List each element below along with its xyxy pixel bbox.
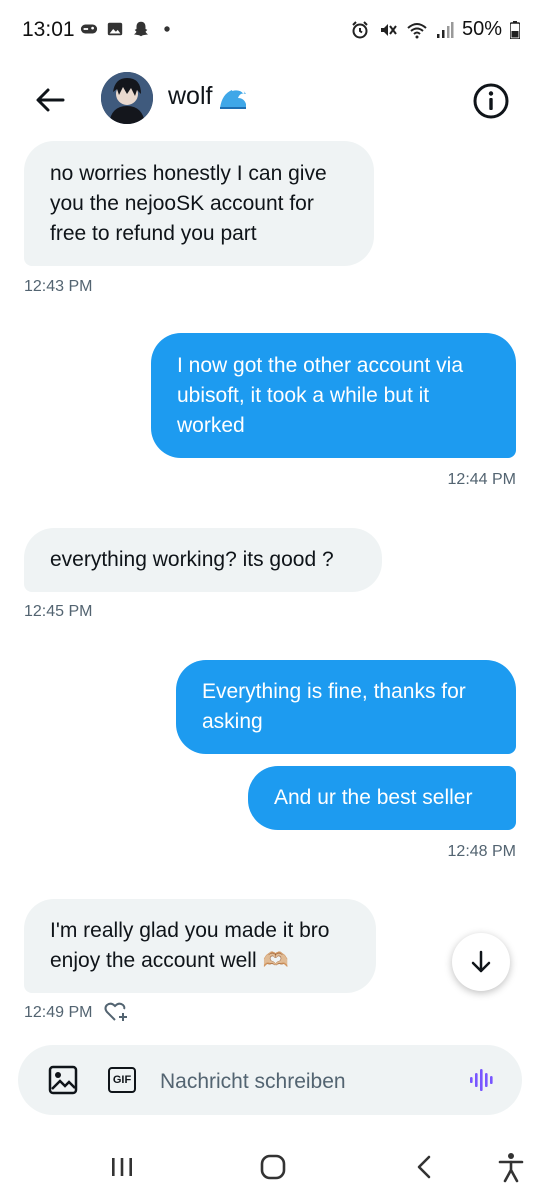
- scroll-to-bottom-button[interactable]: [452, 933, 510, 991]
- battery-percentage: 50%: [461, 18, 502, 40]
- message-timestamp: 12:44 PM: [447, 471, 516, 488]
- back-arrow-icon[interactable]: [30, 80, 70, 120]
- message-bubble-outgoing[interactable]: And ur the best seller: [248, 766, 516, 830]
- home-icon[interactable]: [256, 1150, 290, 1184]
- gallery-icon: [107, 22, 123, 36]
- info-icon[interactable]: [470, 80, 512, 122]
- message-input[interactable]: [158, 1067, 442, 1097]
- message-timestamp: 12:45 PM: [24, 603, 93, 620]
- message-text: And ur the best seller: [274, 786, 473, 809]
- recent-apps-icon[interactable]: [105, 1150, 139, 1184]
- voice-message-icon[interactable]: [468, 1065, 498, 1095]
- message-composer: GIF: [18, 1045, 522, 1115]
- contact-name: wolf: [168, 82, 213, 110]
- image-icon[interactable]: [48, 1065, 78, 1095]
- wave-emoji-icon: [220, 87, 247, 109]
- battery-icon: [510, 20, 520, 39]
- message-text: I'm really glad you made it bro enjoy th…: [50, 919, 330, 972]
- status-right: 50%: [350, 18, 520, 41]
- add-reaction-icon[interactable]: [104, 1000, 130, 1024]
- message-bubble-incoming[interactable]: everything working? its good ?: [24, 528, 382, 592]
- accessibility-icon[interactable]: [494, 1150, 528, 1184]
- message-bubble-incoming[interactable]: I'm really glad you made it bro enjoy th…: [24, 899, 376, 993]
- avatar-image: [101, 72, 153, 124]
- gif-button[interactable]: GIF: [108, 1067, 136, 1093]
- mute-icon: [380, 23, 397, 36]
- alarm-icon: [352, 20, 368, 38]
- message-text: everything working? its good ?: [50, 548, 334, 571]
- signal-icon: [436, 21, 454, 38]
- message-text: Everything is fine, thanks for asking: [202, 680, 466, 733]
- back-nav-icon[interactable]: [408, 1150, 442, 1184]
- message-timestamp: 12:43 PM: [24, 278, 93, 295]
- avatar[interactable]: [101, 72, 153, 124]
- status-notification-icons: [80, 20, 176, 38]
- snapchat-icon: [133, 21, 149, 37]
- message-bubble-outgoing[interactable]: Everything is fine, thanks for asking: [176, 660, 516, 754]
- status-bar: 13:01 50%: [0, 0, 540, 62]
- system-navigation-bar: [0, 1130, 540, 1200]
- message-timestamp: 12:48 PM: [447, 843, 516, 860]
- message-timestamp: 12:49 PM: [24, 1004, 93, 1021]
- gif-label: GIF: [112, 1074, 132, 1086]
- game-controller-icon: [80, 24, 98, 34]
- message-bubble-incoming[interactable]: no worries honestly I can give you the n…: [24, 141, 374, 266]
- conversation-header: wolf: [0, 62, 540, 136]
- dot-icon: [164, 26, 170, 32]
- message-bubble-outgoing[interactable]: I now got the other account via ubisoft,…: [151, 333, 516, 458]
- status-time: 13:01: [22, 18, 75, 41]
- wifi-icon: [407, 22, 427, 38]
- message-text: I now got the other account via ubisoft,…: [177, 354, 464, 437]
- conversation-title[interactable]: wolf: [168, 82, 248, 111]
- message-text: no worries honestly I can give you the n…: [50, 162, 327, 245]
- arrow-down-icon: [471, 950, 491, 973]
